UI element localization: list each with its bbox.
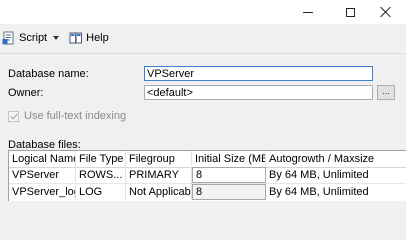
toolbar-divider (0, 53, 406, 54)
script-icon (2, 31, 14, 45)
column-header-file-type[interactable]: File Type (76, 151, 126, 167)
script-label: Script (19, 32, 48, 44)
script-button[interactable]: Script (0, 28, 61, 48)
help-button[interactable]: Help (67, 28, 111, 48)
database-files-grid: Logical Name File Type Filegroup Initial… (8, 150, 406, 201)
help-label: Help (86, 32, 109, 44)
filegroup-cell[interactable]: PRIMARY (126, 167, 192, 183)
owner-label: Owner: (8, 87, 44, 99)
file-type-cell[interactable]: LOG (76, 184, 126, 200)
help-icon (69, 32, 83, 44)
fulltext-checkbox (8, 110, 19, 122)
column-header-autogrowth[interactable]: Autogrowth / Maxsize (266, 151, 406, 167)
initial-size-cell[interactable]: 8 (192, 167, 266, 183)
table-row[interactable]: VPServer ROWS... PRIMARY 8 By 64 MB, Unl… (9, 167, 406, 183)
table-row[interactable]: VPServer_log LOG Not Applicable 8 By 64 … (9, 184, 406, 200)
autogrowth-cell[interactable]: By 64 MB, Unlimited (266, 167, 406, 183)
filegroup-cell[interactable]: Not Applicable (126, 184, 192, 200)
owner-browse-button[interactable]: ... (377, 85, 395, 100)
maximize-icon (345, 7, 355, 17)
column-header-filegroup[interactable]: Filegroup (126, 151, 192, 167)
database-name-input[interactable] (144, 66, 373, 81)
close-icon (380, 6, 392, 18)
minimize-button[interactable] (291, 0, 325, 24)
column-header-initial-size[interactable]: Initial Size (MB) (192, 151, 266, 167)
toolbar: Script Help (0, 28, 406, 48)
autogrowth-cell[interactable]: By 64 MB, Unlimited (266, 184, 406, 200)
maximize-button[interactable] (333, 0, 367, 24)
logical-name-cell[interactable]: VPServer (9, 167, 76, 183)
fulltext-label: Use full-text indexing (24, 110, 127, 122)
close-button[interactable] (369, 0, 403, 24)
minimize-icon (303, 11, 313, 13)
column-header-logical-name[interactable]: Logical Name (9, 151, 76, 167)
database-name-label: Database name: (8, 68, 89, 80)
file-type-cell[interactable]: ROWS... (76, 167, 126, 183)
owner-input[interactable] (144, 85, 373, 100)
fulltext-checkbox-row: Use full-text indexing (8, 109, 126, 123)
title-bar (0, 0, 406, 24)
chevron-down-icon[interactable] (53, 36, 60, 40)
logical-name-cell[interactable]: VPServer_log (9, 184, 76, 200)
new-database-window: Script Help Database name: Owner: ... Us… (0, 0, 406, 201)
initial-size-cell[interactable]: 8 (192, 184, 266, 200)
grid-header-row: Logical Name File Type Filegroup Initial… (9, 151, 406, 168)
